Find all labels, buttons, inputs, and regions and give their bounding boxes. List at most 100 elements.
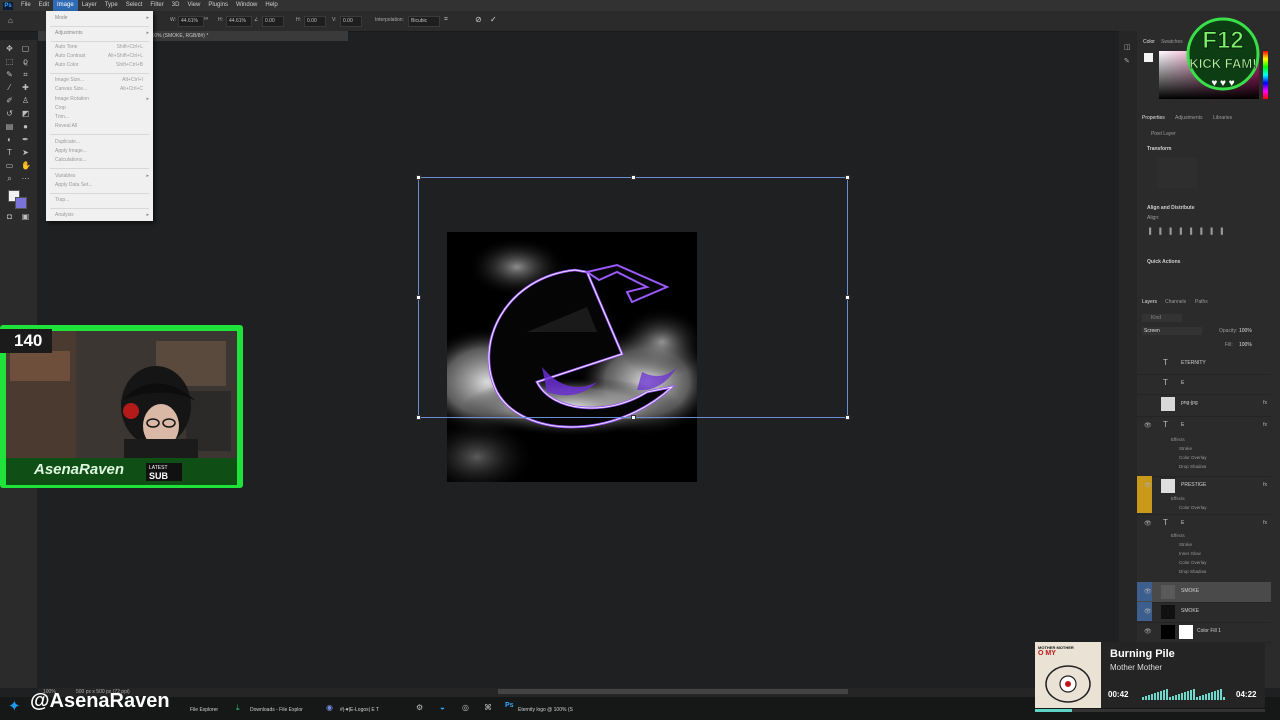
layer-filter-kind[interactable]: Kind	[1142, 314, 1182, 322]
menu-item-auto-contrast[interactable]: Auto Contrast	[55, 53, 86, 59]
transform-handle-bottom-right[interactable]	[845, 415, 850, 420]
menu-item-variables[interactable]: Variables	[55, 173, 75, 179]
menu-item-mode[interactable]: Mode	[55, 15, 68, 21]
brush-panel-icon[interactable]: ✎	[1124, 57, 1130, 65]
layer-color-fill[interactable]: 👁 Color Fill 1	[1137, 622, 1271, 643]
taskbar-photoshop[interactable]: Eternity logo @ 100% (S	[518, 707, 573, 713]
menu-3d[interactable]: 3D	[168, 0, 184, 11]
menu-item-reveal-all[interactable]: Reveal All	[55, 123, 77, 129]
transform-handle-top-left[interactable]	[416, 175, 421, 180]
marquee-tool-icon[interactable]: ⬚	[5, 57, 14, 66]
layer-e-2[interactable]: 👁 T E fx Effects Stroke Color Overlay Dr…	[1137, 416, 1271, 477]
path-select-icon[interactable]: ➤	[21, 148, 30, 157]
visibility-eye-icon[interactable]: 👁	[1144, 588, 1152, 595]
align-buttons-icon[interactable]: ▐▐▐▐▐▐▐▐	[1147, 229, 1247, 235]
transform-handle-left[interactable]	[416, 295, 421, 300]
crop-tool-icon[interactable]: ⌗	[21, 70, 30, 79]
menu-select[interactable]: Select	[122, 0, 147, 11]
link-icon[interactable]: ∞	[204, 16, 208, 22]
h-skew-field[interactable]: 0.00	[304, 16, 326, 27]
menu-item-calculations[interactable]: Calculations...	[55, 157, 86, 163]
opacity-value[interactable]: 100%	[1239, 328, 1252, 334]
taskbar-downloads[interactable]: Downloads - File Explor	[250, 707, 303, 713]
menu-type[interactable]: Type	[101, 0, 122, 11]
transform-handle-top-right[interactable]	[845, 175, 850, 180]
healing-tool-icon[interactable]: ✚	[21, 83, 30, 92]
effect-item[interactable]: Stroke	[1179, 542, 1192, 547]
fx-icon[interactable]: fx	[1263, 520, 1267, 526]
photoshop-taskbar-icon[interactable]: Ps	[505, 702, 514, 709]
menu-item-auto-color[interactable]: Auto Color	[55, 62, 79, 68]
home-icon[interactable]: ⌂	[8, 16, 13, 25]
tab-adjustments[interactable]: Adjustments	[1175, 115, 1203, 121]
quick-actions-title[interactable]: Quick Actions	[1147, 259, 1180, 265]
effect-item[interactable]: Color Overlay	[1179, 505, 1207, 510]
menu-image[interactable]: Image	[53, 0, 78, 11]
fx-icon[interactable]: fx	[1263, 400, 1267, 406]
layer-smoke-selected[interactable]: 👁 SMOKE	[1137, 582, 1271, 603]
menu-view[interactable]: View	[183, 0, 204, 11]
warp-icon[interactable]: ⌗	[444, 16, 448, 24]
effect-item[interactable]: Effects	[1171, 496, 1185, 501]
pen-tool-icon[interactable]: ✒	[21, 135, 30, 144]
eraser-tool-icon[interactable]: ◩	[21, 109, 30, 118]
interpolation-select[interactable]: Bicubic	[408, 16, 440, 27]
visibility-eye-icon[interactable]: 👁	[1144, 520, 1152, 527]
menu-item-trap[interactable]: Trap...	[55, 197, 69, 203]
effect-item[interactable]: Stroke	[1179, 446, 1192, 451]
visibility-eye-icon[interactable]: 👁	[1144, 482, 1152, 489]
angle-field[interactable]: 0.00	[262, 16, 284, 27]
menu-plugins[interactable]: Plugins	[204, 0, 232, 11]
history-brush-icon[interactable]: ↺	[5, 109, 14, 118]
transform-handle-bottom-left[interactable]	[416, 415, 421, 420]
brush-tool-icon[interactable]: ✐	[5, 96, 14, 105]
menu-edit[interactable]: Edit	[35, 0, 53, 11]
transform-handle-bottom[interactable]	[631, 415, 636, 420]
free-transform-bounding-box[interactable]	[416, 175, 850, 420]
tab-libraries[interactable]: Libraries	[1213, 115, 1232, 121]
background-color-swatch[interactable]	[15, 197, 27, 209]
menu-window[interactable]: Window	[232, 0, 261, 11]
transform-section-title[interactable]: Transform	[1147, 146, 1171, 152]
height-percent-field[interactable]: 44.61%	[226, 16, 252, 27]
menu-item-crop[interactable]: Crop	[55, 105, 66, 111]
fx-icon[interactable]: fx	[1263, 422, 1267, 428]
eyedropper-tool-icon[interactable]: ⁄	[5, 83, 14, 92]
menu-item-auto-tone[interactable]: Auto Tone	[55, 44, 77, 50]
menu-item-image-size[interactable]: Image Size...	[55, 77, 84, 83]
lasso-tool-icon[interactable]: ϱ	[21, 57, 30, 66]
cancel-transform-icon[interactable]: ⊘	[475, 15, 482, 24]
hue-slider[interactable]	[1263, 51, 1268, 99]
obs-icon[interactable]: ◎	[462, 703, 469, 712]
effect-item[interactable]: Inner Glow	[1179, 551, 1201, 556]
stamp-tool-icon[interactable]: ♙	[21, 96, 30, 105]
more-tools-icon[interactable]: ⋯	[21, 174, 30, 183]
commit-transform-icon[interactable]: ✓	[490, 15, 497, 24]
type-tool-icon[interactable]: T	[5, 148, 14, 157]
zoom-tool-icon[interactable]: ⌕	[5, 174, 14, 183]
discord-icon[interactable]: ◉	[326, 703, 333, 712]
visibility-eye-icon[interactable]: 👁	[1144, 608, 1152, 615]
gradient-tool-icon[interactable]: ▤	[5, 122, 14, 131]
transform-handle-top[interactable]	[631, 175, 636, 180]
move-tool-icon[interactable]: ✥	[5, 44, 14, 53]
edge-icon[interactable]: ◒	[440, 703, 445, 712]
controller-icon[interactable]: ⌘	[484, 703, 492, 712]
menu-item-adjustments[interactable]: Adjustments	[55, 30, 83, 36]
taskbar-discord[interactable]: #|-♥|E-Logos| E T	[340, 707, 379, 713]
history-panel-icon[interactable]: ◫	[1124, 43, 1131, 51]
blend-mode-select[interactable]: Screen	[1142, 327, 1202, 335]
align-section-title[interactable]: Align and Distribute	[1147, 205, 1195, 211]
menu-item-apply-image[interactable]: Apply Image...	[55, 148, 87, 154]
effect-item[interactable]: Effects	[1171, 533, 1185, 538]
artboard-tool-icon[interactable]: ▢	[21, 44, 30, 53]
transform-handle-right[interactable]	[845, 295, 850, 300]
v-skew-field[interactable]: 0.00	[340, 16, 362, 27]
menu-item-trim[interactable]: Trim...	[55, 114, 69, 120]
effect-item[interactable]: Color Overlay	[1179, 455, 1207, 460]
shape-tool-icon[interactable]: ▭	[5, 161, 14, 170]
layer-e-3[interactable]: 👁 T E fx Effects Stroke Inner Glow Color…	[1137, 514, 1271, 583]
menu-layer[interactable]: Layer	[78, 0, 101, 11]
layer-eternity[interactable]: T ETERNITY	[1137, 354, 1271, 375]
tab-swatches[interactable]: Swatches	[1161, 39, 1183, 45]
